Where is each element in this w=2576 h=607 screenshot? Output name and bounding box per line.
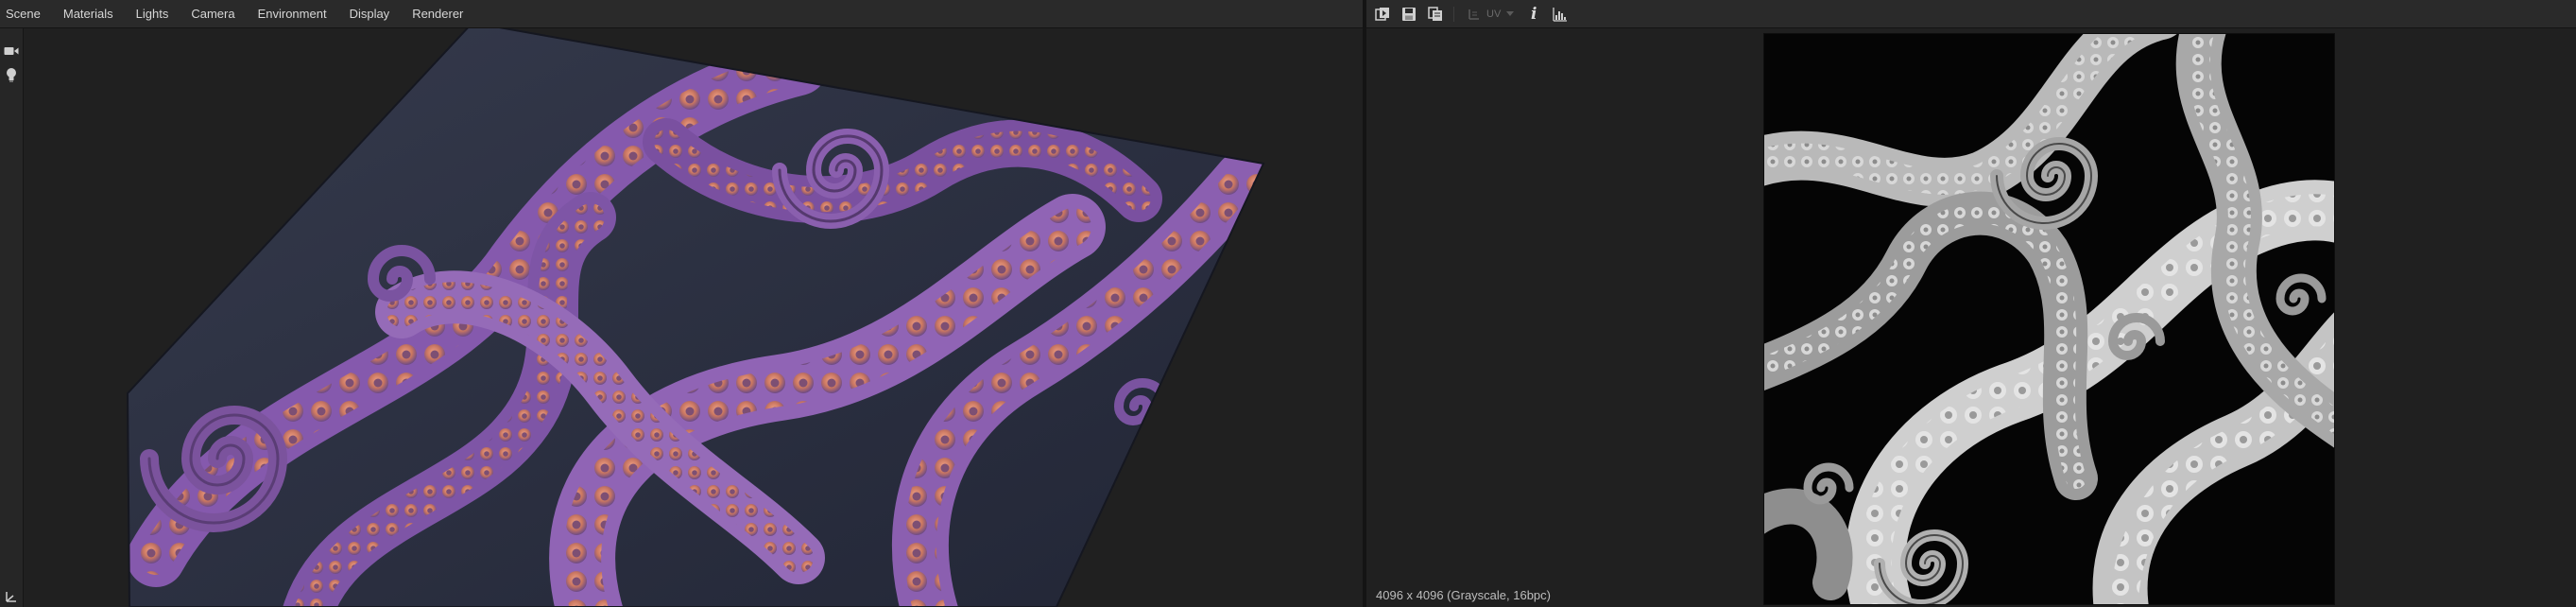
viewport-side-toolbar [0,28,24,607]
viewport-3d-canvas[interactable] [24,28,1363,607]
texture-viewer-toolbar: UV i [1366,0,2576,28]
camera-icon[interactable] [3,43,20,60]
toolbar-divider [1453,6,1454,22]
uv-channel-icon [1468,9,1479,20]
menu-environment[interactable]: Environment [247,0,338,27]
menu-scene[interactable]: Scene [0,0,52,27]
tentacle-material-preview [126,28,1265,607]
uv-channel-select[interactable]: UV [1464,4,1518,25]
uv-label: UV [1486,8,1502,20]
viewport-3d-panel: Scene Materials Lights Camera Environmen… [0,0,1363,607]
menu-camera[interactable]: Camera [180,0,246,27]
save-icon[interactable] [1399,4,1419,25]
heightmap-image [1764,34,2334,604]
export-icon[interactable] [1372,4,1393,25]
light-bulb-icon[interactable] [3,66,20,83]
heightmap-texture[interactable] [1764,34,2334,604]
menu-lights[interactable]: Lights [125,0,180,27]
texture-viewer-panel: UV i 4096 x 4096 (Grayscale, 16bpc) [1366,0,2576,607]
histogram-icon[interactable] [1550,4,1571,25]
axis-gizmo-icon[interactable] [3,588,20,605]
menu-display[interactable]: Display [338,0,402,27]
info-icon[interactable]: i [1523,4,1544,25]
copy-icon[interactable] [1425,4,1446,25]
viewport-menubar: Scene Materials Lights Camera Environmen… [0,0,1363,28]
chevron-down-icon [1506,9,1515,20]
menu-renderer[interactable]: Renderer [401,0,474,27]
image-info-label: 4096 x 4096 (Grayscale, 16bpc) [1376,588,1551,602]
menu-materials[interactable]: Materials [52,0,125,27]
